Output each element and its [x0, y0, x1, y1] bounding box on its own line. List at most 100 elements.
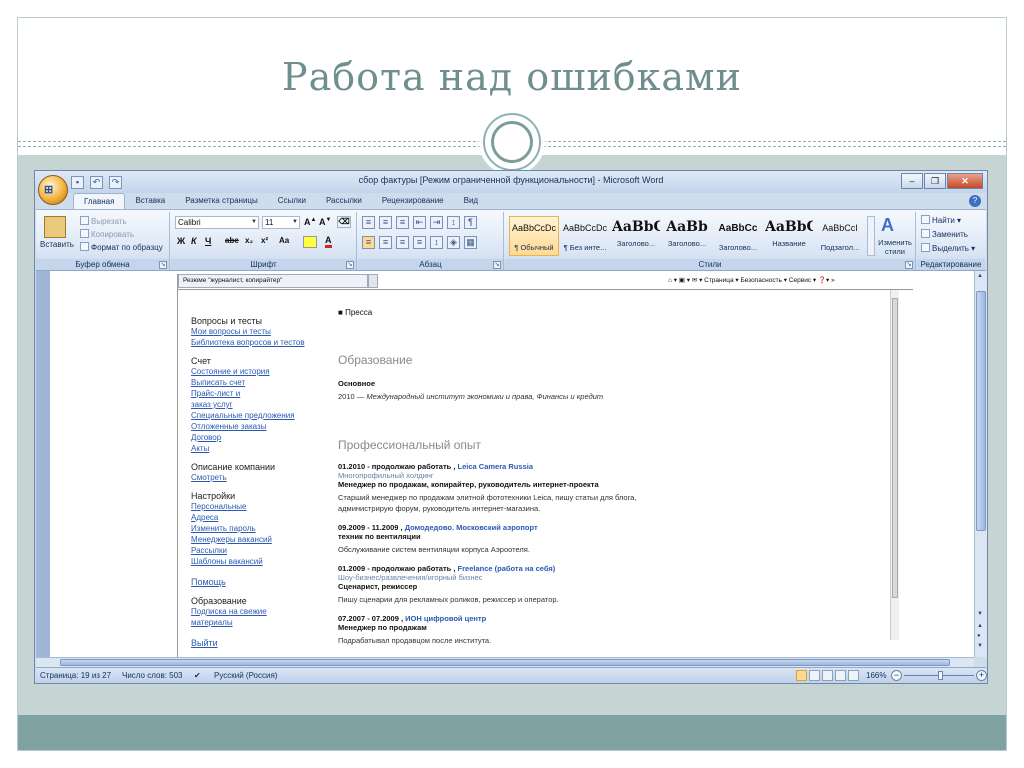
scroll-up-icon[interactable]: ▲	[977, 273, 983, 279]
full-screen-reading-icon[interactable]	[809, 670, 820, 681]
sidebar-link[interactable]: Помощь	[191, 577, 331, 588]
tab-home[interactable]: Главная	[73, 193, 126, 210]
bullets-icon[interactable]: ≡	[362, 216, 375, 229]
styles-scroll[interactable]	[867, 216, 875, 256]
align-left-icon[interactable]: ≡	[362, 236, 375, 249]
paste-button[interactable]: Вставить	[40, 240, 74, 249]
format-painter-button[interactable]: Формат по образцу	[80, 242, 163, 252]
justify-icon[interactable]: ≡	[413, 236, 426, 249]
office-button[interactable]: ⊞	[38, 175, 68, 205]
align-center-icon[interactable]: ≡	[379, 236, 392, 249]
decrease-indent-icon[interactable]: ⇤	[413, 216, 426, 229]
prev-page-icon[interactable]: ▲	[977, 623, 983, 629]
sidebar-link[interactable]: Мои вопросы и тесты	[191, 326, 331, 337]
sidebar-link[interactable]: заказ услуг	[191, 399, 331, 410]
job-company-link[interactable]: Freelance (работа на себя)	[458, 564, 556, 573]
increase-indent-icon[interactable]: ⇥	[430, 216, 443, 229]
web-layout-icon[interactable]	[822, 670, 833, 681]
font-size-select[interactable]: 11 ▼	[262, 216, 300, 229]
pilcrow-icon[interactable]: ¶	[464, 216, 477, 229]
browser-scroll-thumb[interactable]	[892, 298, 898, 598]
status-words[interactable]: Число слов: 503	[122, 671, 182, 680]
sidebar-link[interactable]: Прайс-лист и	[191, 388, 331, 399]
multilevel-list-icon[interactable]: ≡	[396, 216, 409, 229]
cut-button[interactable]: Вырезать	[80, 216, 127, 226]
subscript-button[interactable]: x₂	[245, 236, 253, 245]
vertical-scrollbar[interactable]: ▲ ▼ ▲ ● ▼	[974, 271, 987, 657]
clear-format-icon[interactable]: ⌫	[337, 216, 351, 228]
tab-view[interactable]: Вид	[454, 193, 488, 210]
browser-scrollbar[interactable]	[890, 290, 899, 640]
zoom-out-icon[interactable]: −	[891, 670, 902, 681]
sidebar-link[interactable]: Подписка на свежие	[191, 606, 331, 617]
sidebar-link[interactable]: Изменить пароль	[191, 523, 331, 534]
bold-button[interactable]: Ж	[177, 236, 185, 246]
dialog-launcher-icon[interactable]: ↘	[346, 261, 354, 269]
dialog-launcher-icon[interactable]: ↘	[493, 261, 501, 269]
style-heading-2[interactable]: AaBb Заголово...	[662, 216, 712, 256]
restore-button[interactable]: ❐	[924, 173, 946, 189]
help-icon[interactable]: ?	[969, 195, 981, 207]
align-right-icon[interactable]: ≡	[396, 236, 409, 249]
job-company-link[interactable]: ИОН цифровой центр	[405, 614, 486, 623]
italic-button[interactable]: К	[191, 236, 197, 246]
status-page[interactable]: Страница: 19 из 27	[40, 671, 111, 680]
zoom-level[interactable]: 166%	[866, 671, 886, 680]
tab-mailings[interactable]: Рассылки	[316, 193, 372, 210]
strikethrough-button[interactable]: abe	[225, 236, 239, 245]
tab-insert[interactable]: Вставка	[125, 193, 175, 210]
close-button[interactable]: ✕	[947, 173, 983, 189]
line-spacing-icon[interactable]: ↕	[430, 236, 443, 249]
numbering-icon[interactable]: ≡	[379, 216, 392, 229]
superscript-button[interactable]: x²	[261, 236, 268, 245]
shrink-font-icon[interactable]: A▼	[319, 217, 331, 227]
sidebar-link[interactable]: Смотреть	[191, 472, 331, 483]
find-button[interactable]: Найти ▾	[921, 215, 961, 225]
style-no-spacing[interactable]: AaBbCcDc ¶ Без инте...	[560, 216, 610, 256]
sidebar-link[interactable]: Отложенные заказы	[191, 421, 331, 432]
document-page[interactable]: Резюме "журналист, копирайтер" ⌂ ▾ ▣ ▾ ✉…	[50, 271, 974, 657]
outline-icon[interactable]	[835, 670, 846, 681]
zoom-slider-knob[interactable]	[938, 671, 943, 680]
sidebar-link[interactable]: Менеджеры вакансий	[191, 534, 331, 545]
sidebar-link[interactable]: Выйти	[191, 638, 331, 649]
sidebar-link[interactable]: Рассылки	[191, 545, 331, 556]
style-title[interactable]: AaBbC Название	[764, 216, 814, 256]
dialog-launcher-icon[interactable]: ↘	[905, 261, 913, 269]
highlight-icon[interactable]	[303, 236, 317, 248]
sidebar-link[interactable]: Шаблоны вакансий	[191, 556, 331, 567]
grow-font-icon[interactable]: A▲	[304, 217, 316, 227]
vertical-scroll-thumb[interactable]	[976, 291, 986, 531]
style-heading-1[interactable]: AaBbC Заголово...	[611, 216, 661, 256]
sort-icon[interactable]: ↕	[447, 216, 460, 229]
tab-page-layout[interactable]: Разметка страницы	[175, 193, 268, 210]
sidebar-link[interactable]: Специальные предложения	[191, 410, 331, 421]
spellcheck-icon[interactable]: ✔	[194, 671, 201, 680]
print-layout-icon[interactable]	[796, 670, 807, 681]
borders-icon[interactable]: ▦	[464, 236, 477, 249]
font-family-select[interactable]: Calibri ▼	[175, 216, 259, 229]
sidebar-link[interactable]: Акты	[191, 443, 331, 454]
horizontal-scroll-thumb[interactable]	[60, 659, 950, 666]
status-language[interactable]: Русский (Россия)	[214, 671, 277, 680]
replace-button[interactable]: Заменить	[921, 229, 968, 239]
scroll-down-icon[interactable]: ▼	[977, 611, 983, 617]
sidebar-link[interactable]: Библиотека вопросов и тестов	[191, 337, 331, 348]
sidebar-link[interactable]: Адреса	[191, 512, 331, 523]
browse-object-icon[interactable]: ●	[977, 633, 981, 639]
sidebar-link[interactable]: материалы	[191, 617, 331, 628]
next-page-icon[interactable]: ▼	[977, 643, 983, 649]
sidebar-link[interactable]: Выписать счет	[191, 377, 331, 388]
sidebar-link[interactable]: Персональные	[191, 501, 331, 512]
copy-button[interactable]: Копировать	[80, 229, 134, 239]
zoom-in-icon[interactable]: +	[976, 670, 987, 681]
font-color-icon[interactable]: A	[325, 235, 332, 248]
minimize-button[interactable]: –	[901, 173, 923, 189]
dialog-launcher-icon[interactable]: ↘	[159, 261, 167, 269]
underline-button[interactable]: Ч	[205, 236, 211, 246]
sidebar-link[interactable]: Договор	[191, 432, 331, 443]
horizontal-scrollbar[interactable]	[36, 657, 974, 667]
job-company-link[interactable]: Домодедово. Московский аэропорт	[405, 523, 538, 532]
change-case-button[interactable]: Aa	[279, 236, 289, 245]
style-heading-3[interactable]: AaBbCc Заголово...	[713, 216, 763, 256]
